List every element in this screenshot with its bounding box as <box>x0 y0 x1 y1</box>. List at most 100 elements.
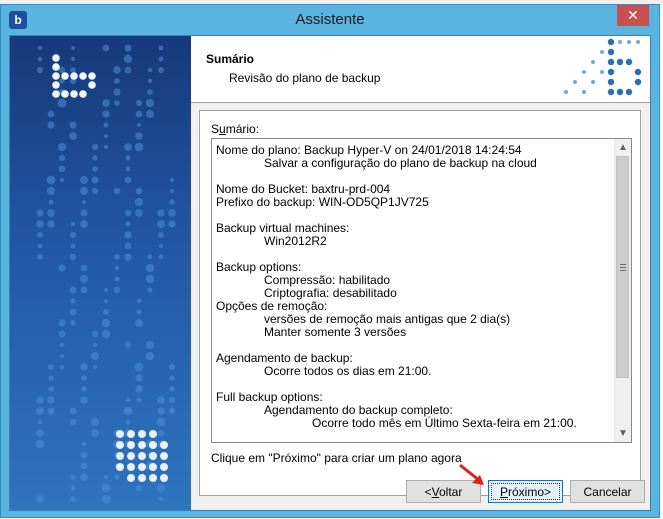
summary-line: Manter somente 3 versões <box>264 325 407 339</box>
pattern-dot <box>127 441 135 449</box>
summary-textbox[interactable]: Nome do plano: Backup Hyper-V on 24/01/2… <box>211 138 632 443</box>
pattern-dot <box>80 264 88 272</box>
pattern-dot <box>92 166 98 172</box>
pattern-dot <box>80 220 88 228</box>
pattern-dot <box>103 298 109 304</box>
pattern-dot <box>169 177 175 183</box>
pattern-dot <box>135 187 143 195</box>
pattern-dot <box>135 385 143 393</box>
pattern-dot <box>135 110 143 118</box>
pattern-dot <box>103 287 109 293</box>
pattern-dot <box>135 132 143 140</box>
scroll-down-icon[interactable]: ▼ <box>615 425 631 442</box>
pattern-dot <box>101 494 111 504</box>
pattern-dot <box>607 88 615 96</box>
pattern-dot <box>168 363 176 371</box>
pattern-dot <box>113 88 121 96</box>
pattern-dot <box>46 186 56 196</box>
pattern-dot <box>135 484 143 492</box>
pattern-dot <box>35 439 45 449</box>
pattern-dot <box>36 396 44 404</box>
page-subtitle: Revisão do plano de backup <box>229 71 381 85</box>
pattern-dot <box>103 144 109 150</box>
next-button[interactable]: Próximo> <box>488 480 563 503</box>
pattern-dot <box>156 417 166 427</box>
pattern-dot <box>138 452 146 460</box>
pattern-dot <box>80 187 88 195</box>
pattern-dot <box>582 70 586 74</box>
pattern-dot <box>137 123 141 127</box>
close-button[interactable]: ✕ <box>617 5 649 26</box>
pattern-dot <box>114 265 120 271</box>
pattern-dot <box>124 44 132 52</box>
pattern-dot <box>70 320 76 326</box>
pattern-dot <box>600 50 604 54</box>
summary-line: Ocorre todo mês em Último Sexta-feira em… <box>312 416 577 430</box>
pattern-dot <box>591 80 595 84</box>
scroll-up-icon[interactable]: ▲ <box>615 139 631 156</box>
pattern-dot <box>59 364 65 370</box>
pattern-dot <box>70 243 76 249</box>
window-title: Assistente <box>295 11 365 28</box>
pattern-dot <box>81 375 87 381</box>
pattern-dot <box>36 495 44 503</box>
pattern-dot <box>157 220 165 228</box>
pattern-dot <box>169 375 175 381</box>
summary-panel: Sumário: Nome do plano: Backup Hyper-V o… <box>199 110 641 496</box>
pattern-dot <box>52 90 60 98</box>
pattern-dot <box>616 88 624 96</box>
pattern-dot <box>92 342 98 348</box>
pattern-dot <box>36 429 44 437</box>
pattern-dot <box>80 176 88 184</box>
pattern-dot <box>158 232 164 238</box>
pattern-dot <box>48 386 54 392</box>
pattern-dot <box>101 318 111 328</box>
summary-line: Prefixo do backup: WIN-OD5QP1JV725 <box>216 195 429 209</box>
pattern-dot <box>80 396 88 404</box>
pattern-dot <box>80 286 88 294</box>
pattern-dot <box>116 463 124 471</box>
pattern-dot <box>103 309 109 315</box>
pattern-dot <box>88 72 96 80</box>
pattern-dot <box>607 38 615 46</box>
pattern-dot <box>61 90 69 98</box>
pattern-dot <box>138 463 146 471</box>
title-bar[interactable]: b Assistente ✕ <box>1 5 659 35</box>
pattern-dot <box>102 99 110 107</box>
pattern-dot <box>37 419 43 425</box>
cancel-button[interactable]: Cancelar <box>570 480 645 503</box>
pattern-dot <box>104 134 108 138</box>
pattern-dot <box>158 243 164 249</box>
pattern-dot <box>70 90 78 98</box>
pattern-dot <box>158 496 164 502</box>
pattern-dot <box>135 209 143 217</box>
brand-logo-icon <box>564 38 642 96</box>
pattern-dot <box>69 121 77 129</box>
pattern-dot <box>135 99 143 107</box>
instruction-hint: Clique em "Próximo" para criar um plano … <box>211 451 462 465</box>
pattern-dot <box>58 330 66 338</box>
pattern-dot <box>36 407 44 415</box>
pattern-dot <box>79 90 87 98</box>
pattern-dot <box>158 45 164 51</box>
vertical-scrollbar[interactable]: ▲ ▼ <box>614 139 631 442</box>
pattern-dot <box>37 232 43 238</box>
pattern-dot <box>57 98 67 108</box>
scroll-thumb[interactable] <box>616 156 629 378</box>
pattern-dot <box>48 375 54 381</box>
pattern-dot <box>124 209 132 217</box>
pattern-dot <box>157 209 165 217</box>
pattern-dot <box>70 67 76 73</box>
pattern-dot <box>127 452 135 460</box>
pattern-dot <box>138 441 146 449</box>
pattern-dot <box>147 287 153 293</box>
pattern-dot <box>607 68 615 76</box>
pattern-dot <box>113 187 121 195</box>
pattern-dot <box>79 72 87 80</box>
wizard-header: Sumário Revisão do plano de backup <box>191 36 650 103</box>
pattern-dot <box>124 143 132 151</box>
pattern-dot <box>146 110 154 118</box>
pattern-dot <box>170 189 174 193</box>
pattern-dot <box>36 66 44 74</box>
pattern-dot <box>125 419 131 425</box>
